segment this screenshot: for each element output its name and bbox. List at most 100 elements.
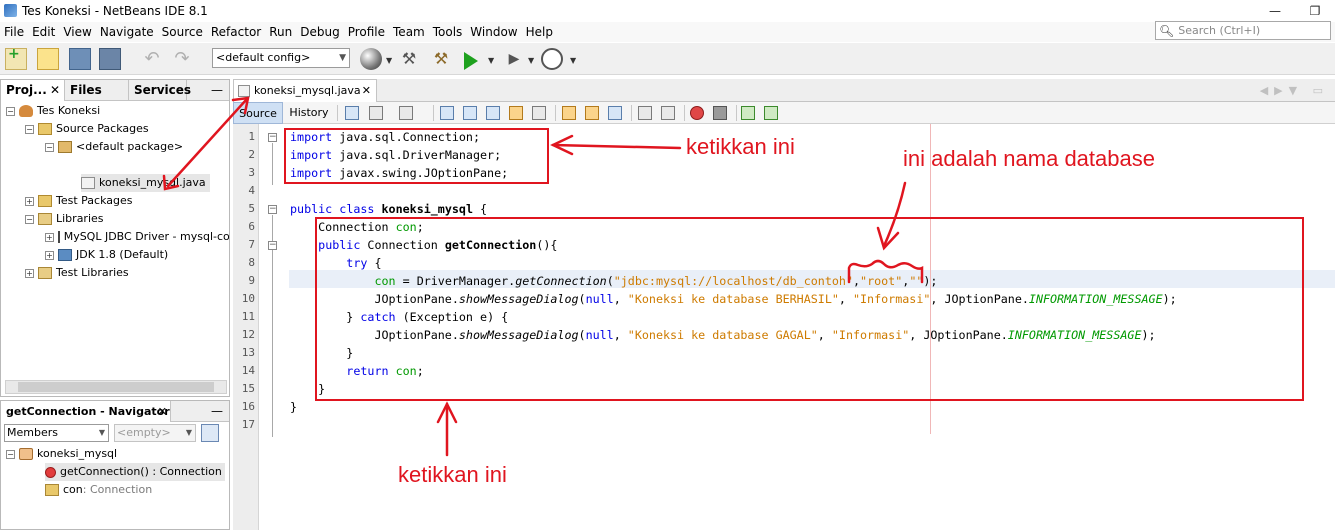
menu-tools[interactable]: Tools xyxy=(429,25,467,39)
tree-item-jdk[interactable]: + JDK 1.8 (Default) xyxy=(45,246,168,264)
tree-item-project[interactable]: − Tes Koneksi xyxy=(6,102,100,120)
members-filter-value: Members xyxy=(7,426,58,439)
menu-profile[interactable]: Profile xyxy=(344,25,389,39)
menu-edit[interactable]: Edit xyxy=(28,25,59,39)
navigator-filter-icon[interactable] xyxy=(201,424,219,442)
chevron-down-icon[interactable]: ▼ xyxy=(570,56,576,65)
tab-navigation-arrows[interactable]: ◀▶▼ ▭ xyxy=(1260,79,1329,102)
menu-window[interactable]: Window xyxy=(466,25,521,39)
expand-icon[interactable]: + xyxy=(45,250,54,260)
tree-item-test-libraries[interactable]: + Test Libraries xyxy=(25,264,129,282)
tab-navigator[interactable]: getConnection - Navigator ✕ xyxy=(1,401,171,422)
close-icon[interactable]: ✕ xyxy=(362,80,371,101)
find-next-icon[interactable] xyxy=(486,106,500,120)
uncomment-icon[interactable] xyxy=(764,106,778,120)
fold-toggle-icon[interactable]: − xyxy=(268,241,277,250)
nav-item-field[interactable]: con : Connection xyxy=(45,481,152,499)
horizontal-scrollbar[interactable] xyxy=(5,380,227,394)
nav-item-method[interactable]: getConnection() : Connection xyxy=(45,463,225,481)
minimize-panel-icon[interactable]: — xyxy=(211,80,223,101)
forward-icon[interactable] xyxy=(399,106,413,120)
chevron-down-icon[interactable]: ▼ xyxy=(528,56,534,65)
tree-item-source-packages[interactable]: − Source Packages xyxy=(25,120,149,138)
tree-item-test-packages[interactable]: + Test Packages xyxy=(25,192,132,210)
tree-item-label: Tes Koneksi xyxy=(37,104,101,117)
close-icon[interactable]: ✕ xyxy=(50,80,60,101)
tab-projects[interactable]: Proj... ✕ xyxy=(1,80,65,101)
config-select[interactable]: <default config> ▼ xyxy=(212,48,350,68)
menu-run[interactable]: Run xyxy=(265,25,296,39)
minimize-panel-icon[interactable]: — xyxy=(211,401,223,422)
collapse-icon[interactable]: − xyxy=(6,449,15,459)
expand-icon[interactable]: + xyxy=(25,196,34,206)
tab-koneksi-mysql-java[interactable]: koneksi_mysql.java ✕ xyxy=(233,79,377,102)
previous-bookmark-icon[interactable] xyxy=(562,106,576,120)
collapse-icon[interactable]: − xyxy=(25,124,34,134)
menu-debug[interactable]: Debug xyxy=(296,25,343,39)
maximize-button[interactable]: ❐ xyxy=(1295,0,1335,21)
fold-toggle-icon[interactable]: − xyxy=(268,133,277,142)
collapse-icon[interactable]: − xyxy=(25,214,34,224)
profile-icon[interactable] xyxy=(541,48,563,70)
menu-help[interactable]: Help xyxy=(522,25,557,39)
find-previous-icon[interactable] xyxy=(463,106,477,120)
next-bookmark-icon[interactable] xyxy=(585,106,599,120)
tree-item-default-package[interactable]: − <default package> xyxy=(45,138,183,156)
clean-build-icon[interactable]: ⚒ xyxy=(430,48,452,70)
line-number: 6 xyxy=(248,220,255,233)
back-icon[interactable] xyxy=(369,106,383,120)
members-filter-select[interactable]: Members ▼ xyxy=(4,424,109,442)
menu-refactor[interactable]: Refactor xyxy=(207,25,265,39)
comment-icon[interactable] xyxy=(741,106,755,120)
chevron-down-icon[interactable]: ▼ xyxy=(488,56,494,65)
tree-item-java-file[interactable]: koneksi_mysql.java xyxy=(81,174,210,192)
menu-source[interactable]: Source xyxy=(158,25,207,39)
close-icon[interactable]: ✕ xyxy=(158,401,167,422)
shift-left-icon[interactable] xyxy=(638,106,652,120)
tab-files[interactable]: Files xyxy=(65,80,129,101)
collapse-icon[interactable]: − xyxy=(45,142,54,152)
class-icon xyxy=(19,448,33,460)
code-line-15: } xyxy=(290,382,326,396)
menu-team[interactable]: Team xyxy=(389,25,429,39)
menu-view[interactable]: View xyxy=(59,25,95,39)
toggle-highlight-icon[interactable] xyxy=(509,106,523,120)
undo-icon[interactable]: ↶ xyxy=(141,48,163,70)
stop-macro-icon[interactable] xyxy=(713,106,727,120)
menu-navigate[interactable]: Navigate xyxy=(96,25,158,39)
code-line-13: } xyxy=(290,346,354,360)
tab-services[interactable]: Services xyxy=(129,80,191,101)
new-project-icon[interactable] xyxy=(5,46,27,70)
scrollbar-thumb[interactable] xyxy=(18,382,214,392)
find-icon[interactable] xyxy=(440,106,454,120)
menu-file[interactable]: File xyxy=(0,25,28,39)
redo-icon[interactable]: ↷ xyxy=(171,48,193,70)
run-icon[interactable] xyxy=(464,52,478,70)
open-project-icon[interactable] xyxy=(69,48,91,70)
last-edit-icon[interactable] xyxy=(345,106,359,120)
toggle-bookmark-icon[interactable] xyxy=(608,106,622,120)
nav-item-class[interactable]: − koneksi_mysql xyxy=(6,445,117,463)
expand-icon[interactable]: + xyxy=(25,268,34,278)
quick-search-field[interactable]: 🔍︎ Search (Ctrl+I) xyxy=(1155,21,1331,40)
new-file-icon[interactable] xyxy=(37,48,59,70)
chevron-down-icon[interactable]: ▼ xyxy=(386,56,392,65)
fold-toggle-icon[interactable]: − xyxy=(268,205,277,214)
tab-source[interactable]: Source xyxy=(233,102,283,124)
shift-right-icon[interactable] xyxy=(661,106,675,120)
tree-item-libraries[interactable]: − Libraries xyxy=(25,210,104,228)
tree-item-label: JDK 1.8 (Default) xyxy=(76,248,169,261)
tree-item-mysql-driver[interactable]: + MySQL JDBC Driver - mysql-co xyxy=(45,228,229,246)
toggle-rectangular-icon[interactable] xyxy=(532,106,546,120)
save-all-icon[interactable] xyxy=(99,48,121,70)
nav-item-label: koneksi_mysql xyxy=(37,447,118,460)
collapse-icon[interactable]: − xyxy=(6,106,15,116)
tab-history[interactable]: History xyxy=(284,102,334,124)
expand-icon[interactable]: + xyxy=(45,232,54,242)
minimize-button[interactable]: — xyxy=(1255,0,1295,21)
start-macro-icon[interactable] xyxy=(690,106,704,120)
debug-icon[interactable]: ▶ xyxy=(503,48,525,70)
browser-globe-icon[interactable] xyxy=(360,48,382,70)
build-hammer-icon[interactable]: ⚒ xyxy=(398,48,420,70)
annotation-type-this-top: ketikkan ini xyxy=(686,134,795,159)
